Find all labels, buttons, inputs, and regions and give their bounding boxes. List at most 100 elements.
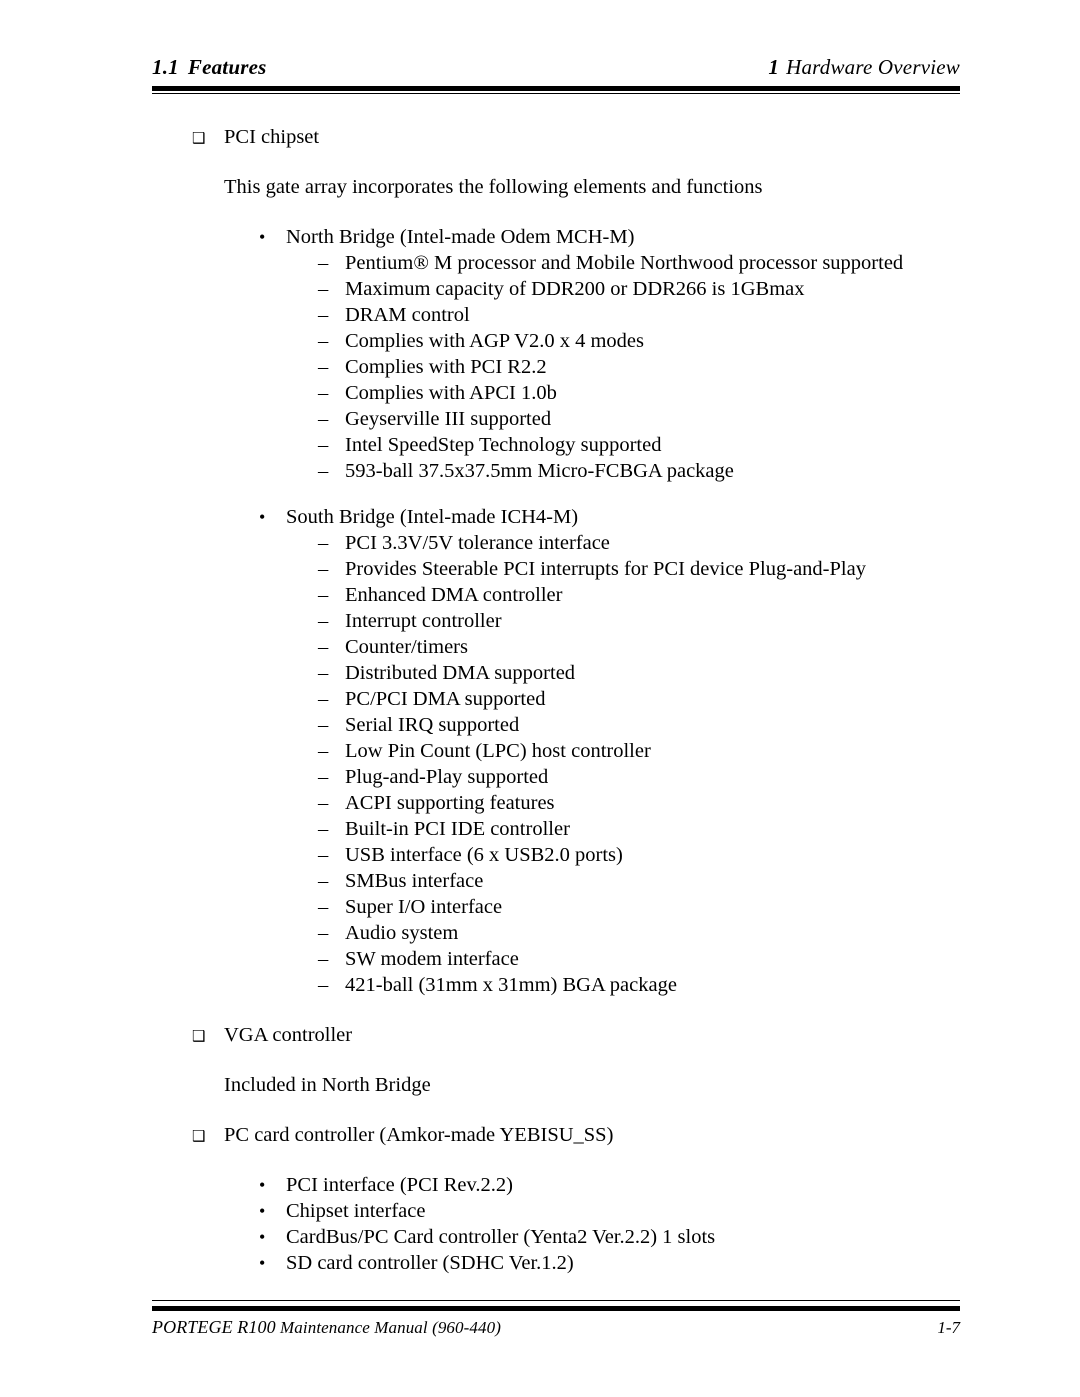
dash-bullet-icon: – <box>318 408 329 430</box>
outline-item-level-3: – Serial IRQ supported <box>0 712 1080 738</box>
round-bullet-icon: • <box>259 1175 266 1195</box>
outline-item-level-2: • SD card controller (SDHC Ver.1.2) <box>0 1250 1080 1276</box>
footer-manual-title: Maintenance Manual (960-440) <box>280 1318 501 1337</box>
dash-bullet-icon: – <box>318 870 329 892</box>
dash-bullet-icon: – <box>318 278 329 300</box>
item-text: DRAM control <box>345 304 470 326</box>
dash-bullet-icon: – <box>318 460 329 482</box>
dash-bullet-icon: – <box>318 844 329 866</box>
footer-page-number: 1-7 <box>937 1318 960 1337</box>
vertical-spacer <box>0 998 1080 1022</box>
dash-bullet-icon: – <box>318 434 329 456</box>
item-text: SMBus interface <box>345 870 484 892</box>
dash-bullet-icon: – <box>318 636 329 658</box>
outline-item-level-3: – Interrupt controller <box>0 608 1080 634</box>
item-text: 593-ball 37.5x37.5mm Micro-FCBGA package <box>345 460 734 482</box>
outline-item-level-3: – Pentium® M processor and Mobile Northwo… <box>0 250 1080 276</box>
item-text: Enhanced DMA controller <box>345 584 563 606</box>
square-bullet-icon: ❑ <box>192 1127 206 1145</box>
outline-item-level-3: – ACPI supporting features <box>0 790 1080 816</box>
document-page: 1.1 Features 1 Hardware Overview ❑ PCI chip… <box>0 0 1080 1397</box>
outline-item-level-3: – Intel SpeedStep Technology supported <box>0 432 1080 458</box>
outline-item-level-3: – DRAM control <box>0 302 1080 328</box>
item-text: USB interface (6 x USB2.0 ports) <box>345 844 623 866</box>
dash-bullet-icon: – <box>318 304 329 326</box>
outline-item-level-3: – PC/PCI DMA supported <box>0 686 1080 712</box>
item-text: Built-in PCI IDE controller <box>345 818 570 840</box>
item-text: ACPI supporting features <box>345 792 555 814</box>
dash-bullet-icon: – <box>318 766 329 788</box>
dash-bullet-icon: – <box>318 792 329 814</box>
outline-item-level-3: – Built-in PCI IDE controller <box>0 816 1080 842</box>
item-text: PCI interface (PCI Rev.2.2) <box>286 1174 513 1196</box>
dash-bullet-icon: – <box>318 922 329 944</box>
item-text: Serial IRQ supported <box>345 714 520 736</box>
outline-item-level-3: – Enhanced DMA controller <box>0 582 1080 608</box>
item-text: VGA controller <box>224 1024 353 1046</box>
vertical-spacer <box>0 1148 1080 1172</box>
footer-manual-brand: PORTEGE R100 <box>152 1317 276 1337</box>
square-bullet-icon: ❑ <box>192 1027 206 1045</box>
body-paragraph: Included in North Bridge <box>0 1072 1080 1098</box>
outline-item-level-2: • North Bridge (Intel-made Odem MCH-M) <box>0 224 1080 250</box>
outline-item-level-2: • CardBus/PC Card controller (Yenta2 Ver.… <box>0 1224 1080 1250</box>
outline-item-level-3: – Complies with PCI R2.2 <box>0 354 1080 380</box>
header-rule-thin <box>152 93 960 94</box>
round-bullet-icon: • <box>259 1227 266 1247</box>
item-text: Low Pin Count (LPC) host controller <box>345 740 651 762</box>
outline-item-level-3: – Geyserville III supported <box>0 406 1080 432</box>
item-text: Geyserville III supported <box>345 408 552 430</box>
item-text: Counter/timers <box>345 636 468 658</box>
outline-item-level-3: –421-ball (31mm x 31mm) BGA package <box>0 972 1080 998</box>
body-paragraph: This gate array incorporates the followi… <box>0 174 1080 200</box>
outline-item-level-2: • PCI interface (PCI Rev.2.2) <box>0 1172 1080 1198</box>
dash-bullet-icon: – <box>318 896 329 918</box>
dash-bullet-icon: – <box>318 252 329 274</box>
dash-bullet-icon: – <box>318 818 329 840</box>
vertical-spacer <box>0 1098 1080 1122</box>
item-text: PCI chipset <box>224 126 320 148</box>
outline-item-level-3: – Low Pin Count (LPC) host controller <box>0 738 1080 764</box>
item-text: CardBus/PC Card controller (Yenta2 Ver.2… <box>286 1226 716 1248</box>
item-text: Super I/O interface <box>345 896 503 918</box>
vertical-spacer <box>0 150 1080 174</box>
outline-item-level-2: • South Bridge (Intel-made ICH4-M) <box>0 504 1080 530</box>
item-text: PC/PCI DMA supported <box>345 688 546 710</box>
dash-bullet-icon: – <box>318 974 329 996</box>
item-text: Plug-and-Play supported <box>345 766 549 788</box>
header-rule-thick <box>152 86 960 91</box>
square-bullet-icon: ❑ <box>192 129 206 147</box>
outline-item-level-3: – Complies with AGP V2.0 x 4 modes <box>0 328 1080 354</box>
dash-bullet-icon: – <box>318 688 329 710</box>
outline-item-level-3: – PCI 3.3V/5V tolerance interface <box>0 530 1080 556</box>
dash-bullet-icon: – <box>318 948 329 970</box>
item-text: Complies with AGP V2.0 x 4 modes <box>345 330 644 352</box>
round-bullet-icon: • <box>259 227 266 247</box>
outline-item-level-3: – Super I/O interface <box>0 894 1080 920</box>
dash-bullet-icon: – <box>318 558 329 580</box>
item-text: PC card controller (Amkor-made YEBISU_SS… <box>224 1124 614 1146</box>
item-text: This gate array incorporates the followi… <box>224 176 763 198</box>
vertical-spacer <box>0 1048 1080 1072</box>
dash-bullet-icon: – <box>318 662 329 684</box>
dash-bullet-icon: – <box>318 356 329 378</box>
footer-rule-thin <box>152 1300 960 1301</box>
header-chapter-title: Hardware Overview <box>786 55 960 79</box>
outline-item-level-3: – SW modem interface <box>0 946 1080 972</box>
page-body: ❑ PCI chipset This gate array incorporates… <box>0 124 1080 1276</box>
outline-item-level-1: ❑ PC card controller (Amkor-made YEBISU_S… <box>0 1122 1080 1148</box>
item-text: Intel SpeedStep Technology supported <box>345 434 662 456</box>
item-text: Distributed DMA supported <box>345 662 576 684</box>
item-text: SD card controller (SDHC Ver.1.2) <box>286 1252 574 1274</box>
item-text: Maximum capacity of DDR200 or DDR266 is … <box>345 278 805 300</box>
outline-item-level-3: – Audio system <box>0 920 1080 946</box>
outline-item-level-1: ❑ VGA controller <box>0 1022 1080 1048</box>
item-text: Complies with APCI 1.0b <box>345 382 557 404</box>
dash-bullet-icon: – <box>318 330 329 352</box>
dash-bullet-icon: – <box>318 382 329 404</box>
outline-item-level-3: – Counter/timers <box>0 634 1080 660</box>
dash-bullet-icon: – <box>318 584 329 606</box>
outline-item-level-3: – Provides Steerable PCI interrupts for P… <box>0 556 1080 582</box>
outline-item-level-2: • Chipset interface <box>0 1198 1080 1224</box>
item-text: South Bridge (Intel-made ICH4-M) <box>286 506 579 528</box>
